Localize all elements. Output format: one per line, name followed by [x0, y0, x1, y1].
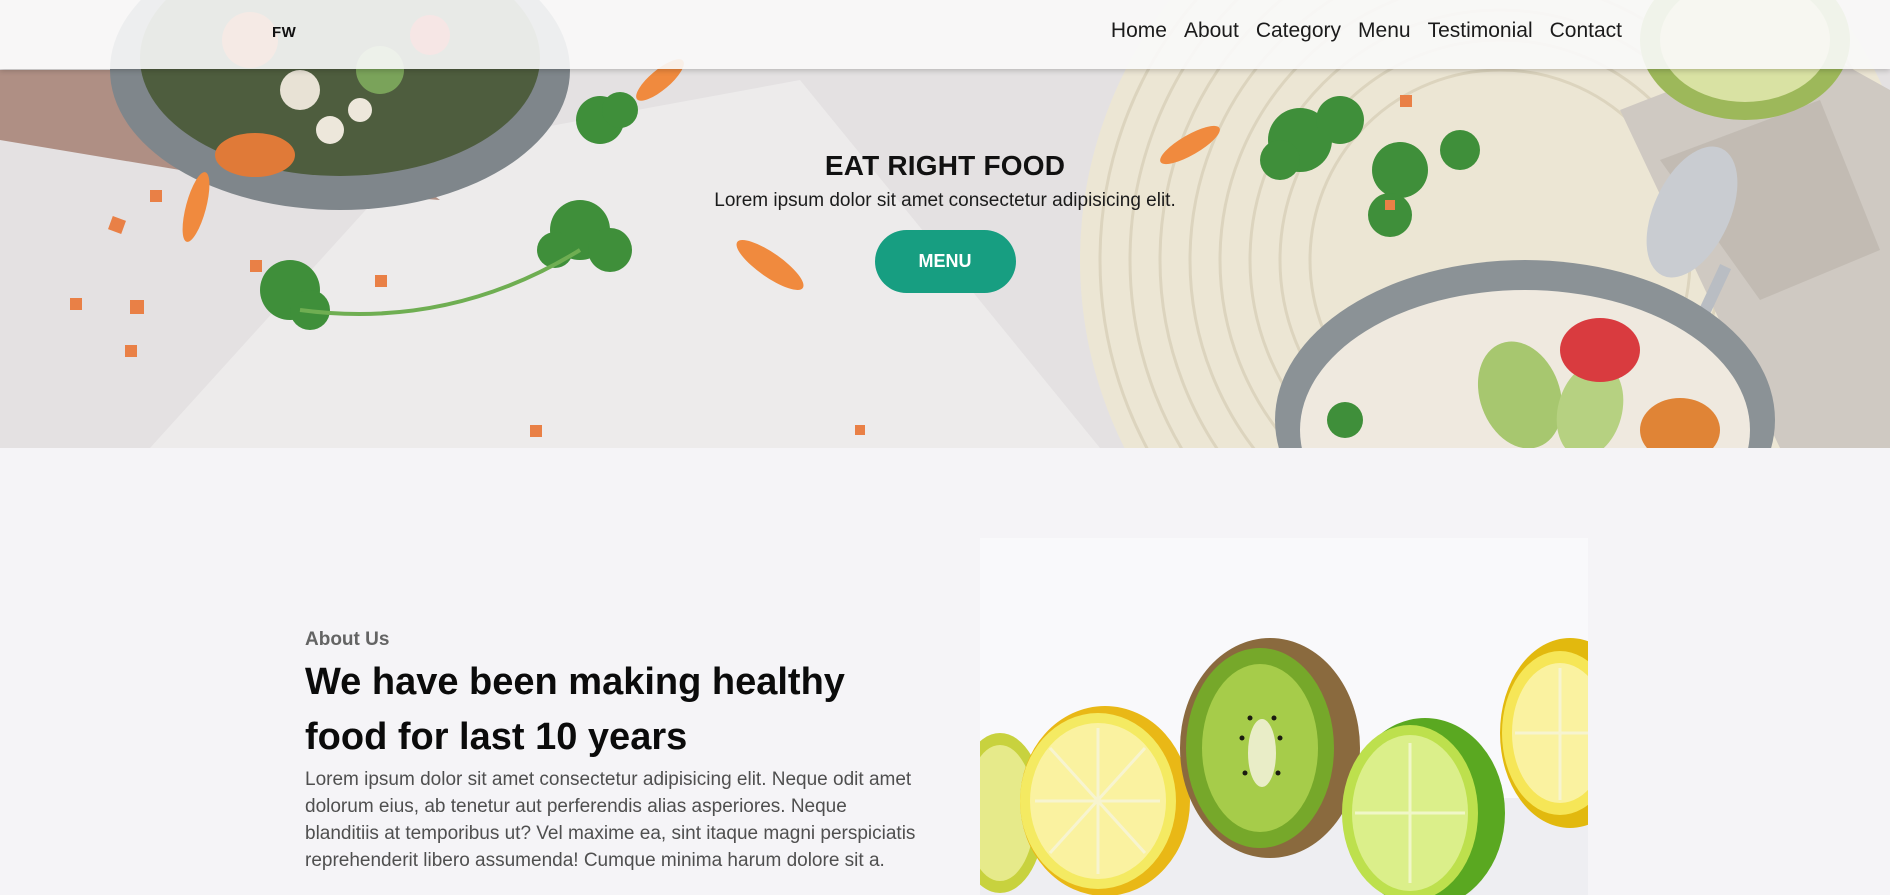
nav-link-testimonial[interactable]: Testimonial — [1428, 19, 1533, 43]
about-title: We have been making healthy food for las… — [305, 661, 845, 758]
hero-content: EAT RIGHT FOOD Lorem ipsum dolor sit ame… — [0, 150, 1890, 293]
hero-subtitle: Lorem ipsum dolor sit amet consectetur a… — [714, 190, 1176, 211]
nav-link-menu[interactable]: Menu — [1358, 19, 1411, 43]
hero-title: EAT RIGHT FOOD — [824, 150, 1066, 181]
nav-links: Home About Category Menu Testimonial Con… — [1111, 19, 1622, 43]
logo[interactable]: FW — [272, 24, 296, 41]
about-label: About Us — [305, 629, 390, 650]
navbar: FW Home About Category Menu Testimonial … — [0, 0, 1890, 69]
menu-button[interactable]: MENU — [874, 230, 1016, 293]
nav-link-category[interactable]: Category — [1256, 19, 1341, 43]
about-text: Lorem ipsum dolor sit amet consectetur a… — [305, 769, 916, 871]
nav-link-about[interactable]: About — [1184, 19, 1239, 43]
nav-link-home[interactable]: Home — [1111, 19, 1167, 43]
citrus-kiwi-image — [980, 538, 1588, 895]
nav-link-contact[interactable]: Contact — [1550, 19, 1622, 43]
about-image — [980, 538, 1588, 895]
